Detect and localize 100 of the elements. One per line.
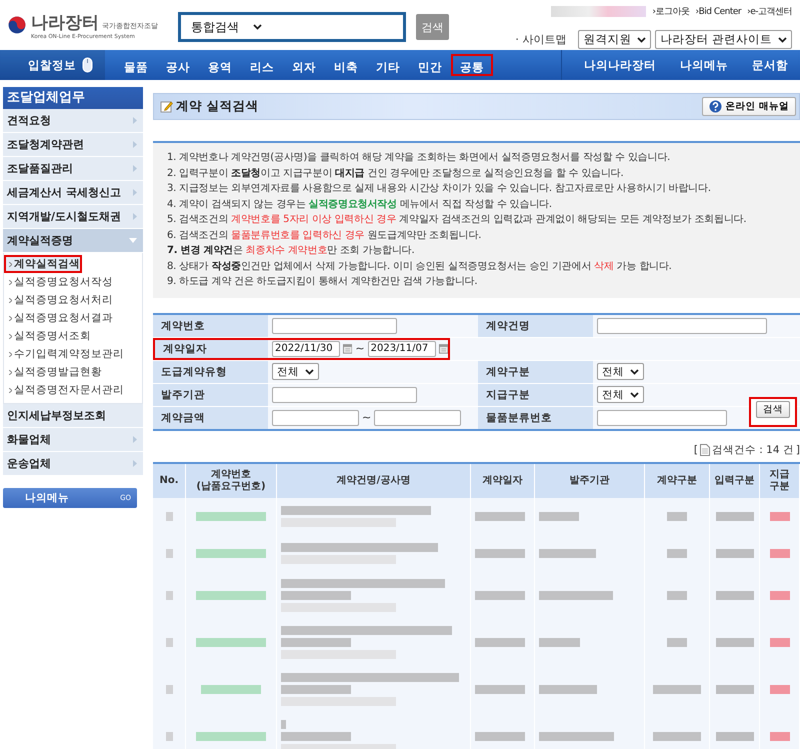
redacted-text (475, 684, 525, 694)
sidebar-item[interactable]: 견적요청 (3, 109, 143, 133)
bracket: ] (796, 444, 800, 456)
sitemap-link[interactable]: · 사이트맵 (515, 32, 566, 47)
bullet-icon (9, 316, 12, 320)
submenu-item[interactable]: 실적증명요청서결과 (4, 309, 115, 327)
redacted-text (770, 512, 790, 520)
right-arrow-icon (133, 213, 137, 220)
nav-lead-tab[interactable]: 입찰정보 (0, 50, 105, 80)
submenu-item[interactable]: 실적증명서조회 (4, 327, 93, 345)
redacted-text (667, 512, 687, 520)
header-link[interactable]: ›e-고객센터 (747, 5, 792, 18)
right-arrow-icon (133, 436, 137, 443)
column-header: 입력구분 (710, 464, 760, 498)
sidebar-item[interactable]: 조달품질관리 (3, 157, 143, 181)
field-label: 지급구분 (478, 384, 593, 406)
redacted-text (667, 638, 687, 646)
redacted-text (770, 684, 790, 694)
submenu-item[interactable]: 수기입력계약정보관리 (4, 345, 126, 363)
sidebar-item[interactable]: 지역개발/도시철도채권 (3, 205, 143, 229)
sidebar-title: 조달업체업무 (3, 87, 143, 109)
redacted-text (716, 512, 754, 520)
min-amount-field[interactable] (272, 410, 359, 426)
redacted-text (166, 684, 172, 694)
notice-text: 5. 검색조건의 계약번호를 5자리 이상 입력하신 경우 계약일자 검색조건의 입력값과 관계없이 해당되는 모든 계약정보가 조회됩니다. (167, 213, 748, 227)
header-link[interactable]: ›Bid Center (695, 6, 742, 16)
dropdown-select[interactable]: 전체 (597, 386, 644, 403)
nav-tab[interactable]: 용역 (199, 54, 241, 76)
caret-icon (630, 392, 639, 398)
site-select[interactable]: 나라장터 관련사이트 (655, 30, 792, 49)
caret-icon (637, 36, 646, 42)
redacted-text (166, 732, 172, 740)
redacted-text (716, 590, 754, 600)
nav-link[interactable]: 나의메뉴 (668, 50, 740, 80)
redacted-text (539, 512, 579, 520)
column-header: 계약건명/공사명 (277, 464, 471, 498)
submenu-item[interactable]: 실적증명요청서작성 (4, 273, 115, 291)
column-header: 계약번호 (납품요구번호) (186, 464, 277, 498)
site-select[interactable]: 원격지원 (578, 30, 652, 49)
sidebar-item[interactable]: 운송업체 (3, 452, 143, 476)
notice-text: 4. 계약이 검색되지 않는 경우는 실적증명요청서작성 메뉴에서 직접 작성할 수 있습니다. (167, 198, 553, 212)
online-manual-button[interactable]: 온라인 매뉴얼 (702, 97, 796, 116)
down-arrow-icon (129, 238, 137, 243)
bullet-icon (9, 334, 12, 338)
header-link[interactable]: ›로그아웃 (652, 5, 690, 18)
date-field[interactable]: 2022/11/30 (272, 340, 340, 356)
dropdown-select[interactable]: 전체 (597, 363, 644, 380)
nav-tab[interactable]: 리스 (241, 54, 283, 76)
sidebar-item[interactable]: 인지세납부정보조회 (3, 404, 143, 428)
redacted-text (653, 732, 701, 740)
redacted-text (201, 684, 261, 694)
mouse-icon (82, 57, 93, 73)
nav-tab[interactable]: 민간 (409, 54, 451, 76)
nav-tab[interactable]: 공사 (157, 54, 199, 76)
right-arrow-icon (133, 189, 137, 196)
submenu-item[interactable]: 계약실적검색 (4, 255, 82, 273)
sidebar-item[interactable]: 세금계산서 국세청신고 (3, 181, 143, 205)
text-field[interactable] (597, 318, 767, 334)
sidebar-item[interactable]: 화물업체 (3, 428, 143, 452)
notice-text: 9. 하도급 계약 건은 하도급지킴이 통해서 계약한건만 검색 가능합니다. (167, 275, 478, 289)
notice-text: 2. 입력구분이 조달청이고 지급구분이 대지급 건인 경우에만 조달청으로 실적승인요청을 할 수 있습니다. (167, 166, 625, 180)
field-label: 도급계약유형 (153, 360, 268, 382)
redacted-text (196, 638, 266, 646)
submenu-item[interactable]: 실적증명전자문서관리 (4, 381, 126, 399)
redacted-text (281, 720, 286, 728)
redacted-text (196, 590, 266, 600)
nav-tab[interactable]: 비축 (325, 54, 367, 76)
redacted-text (770, 590, 790, 600)
date-field[interactable]: 2023/11/07 (368, 340, 436, 356)
sidebar-item[interactable]: 계약실적증명 (3, 229, 143, 253)
field-label: 발주기관 (153, 384, 268, 406)
bullet-icon (9, 370, 12, 374)
nav-link[interactable]: 문서함 (740, 50, 800, 80)
text-field[interactable] (272, 318, 397, 334)
nav-tab[interactable]: 기타 (367, 54, 409, 76)
nav-tab[interactable]: 물품 (115, 54, 157, 76)
calendar-icon[interactable] (343, 342, 352, 355)
column-header: 계약구분 (645, 464, 710, 498)
text-field[interactable] (597, 410, 727, 426)
caret-icon (305, 368, 314, 374)
range-separator: ~ (355, 342, 365, 355)
submenu-item[interactable]: 실적증명발급현황 (4, 363, 104, 381)
submenu-item[interactable]: 실적증명요청서처리 (4, 291, 115, 309)
notice-text: 8. 상태가 작성중인건만 업체에서 삭제 가능합니다. 이미 승인된 실적증명요청서는 승인 기관에서 삭제 가능 합니다. (167, 260, 673, 274)
bracket: [ (694, 444, 698, 456)
nav-tab[interactable]: 공통 (451, 54, 493, 76)
sidebar-item[interactable]: 조달청계약관련 (3, 133, 143, 157)
text-field[interactable] (272, 386, 417, 402)
calendar-icon[interactable] (438, 342, 448, 355)
redacted-text (770, 548, 790, 558)
field-label: 계약구분 (478, 360, 593, 382)
dropdown-select[interactable]: 전체 (272, 363, 319, 380)
redacted-text (166, 512, 172, 520)
redacted-text (475, 638, 525, 646)
nav-link[interactable]: 나의나라장터 (562, 50, 668, 80)
redacted-text (196, 732, 266, 740)
max-amount-field[interactable] (374, 410, 462, 426)
bullet-icon (9, 280, 12, 284)
nav-tab[interactable]: 외자 (283, 54, 325, 76)
search-button[interactable]: 검색 (756, 401, 790, 418)
